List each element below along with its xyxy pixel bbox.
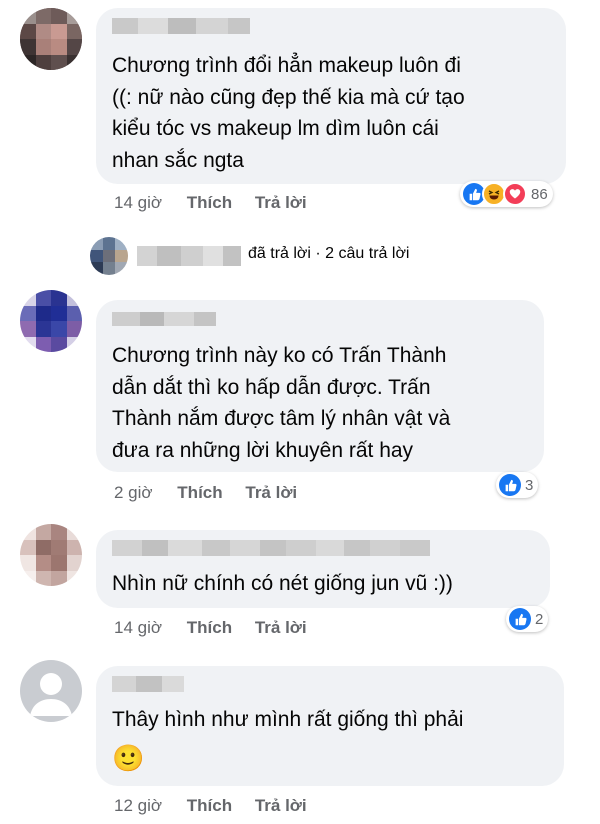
avatar[interactable] [20,660,82,722]
commenter-name[interactable] [112,676,184,692]
commenter-name[interactable] [112,18,250,34]
commenter-name[interactable] [112,312,216,326]
reply-button[interactable]: Trả lời [255,796,307,815]
comment-text: Thây hình như mình rất giống thì phải 🙂 [112,708,464,774]
reply-button[interactable]: Trả lời [245,483,297,502]
comment-time[interactable]: 12 giờ [114,796,162,815]
reply-button[interactable]: Trả lời [255,193,307,212]
comment-meta: 2 giờ Thích Trả lời [114,483,297,503]
comment-text: Chương trình đổi hẳn makeup luôn đi ((: … [112,54,465,172]
like-button[interactable]: Thích [177,483,222,502]
reaction-count: 86 [531,185,548,203]
reply-author-name[interactable] [137,246,241,266]
comment-time[interactable]: 14 giờ [114,193,162,212]
smile-emoji-icon: 🙂 [112,743,145,774]
like-button[interactable]: Thích [187,796,232,815]
reaction-count: 3 [525,476,534,494]
reaction-summary[interactable]: 2 [506,606,549,632]
reaction-count: 2 [535,610,544,628]
like-button[interactable]: Thích [187,193,232,212]
comment-meta: 14 giờ Thích Trả lời [114,618,307,638]
like-icon [499,474,521,496]
like-button[interactable]: Thích [187,618,232,637]
replies-summary[interactable]: đã trả lời · 2 câu trả lời [248,245,409,263]
comment-meta: 12 giờ Thích Trả lời [114,796,307,816]
avatar[interactable] [20,8,82,70]
default-user-icon [30,673,72,716]
love-icon [503,182,527,206]
avatar[interactable] [20,524,82,586]
comment-time[interactable]: 2 giờ [114,483,153,502]
comment-text: Chương trình này ko có Trấn Thành dẫn dắ… [112,344,451,462]
reply-avatar[interactable] [90,237,128,275]
avatar[interactable] [20,290,82,352]
comment-time[interactable]: 14 giờ [114,618,162,637]
comment-text: Nhìn nữ chính có nét giống jun vũ :)) [112,572,453,595]
like-icon [509,608,531,630]
reaction-summary[interactable]: 86 [460,181,553,207]
reply-button[interactable]: Trả lời [255,618,307,637]
commenter-name[interactable] [112,540,430,556]
comment-meta: 14 giờ Thích Trả lời [114,193,307,213]
reaction-summary[interactable]: 3 [496,472,539,498]
